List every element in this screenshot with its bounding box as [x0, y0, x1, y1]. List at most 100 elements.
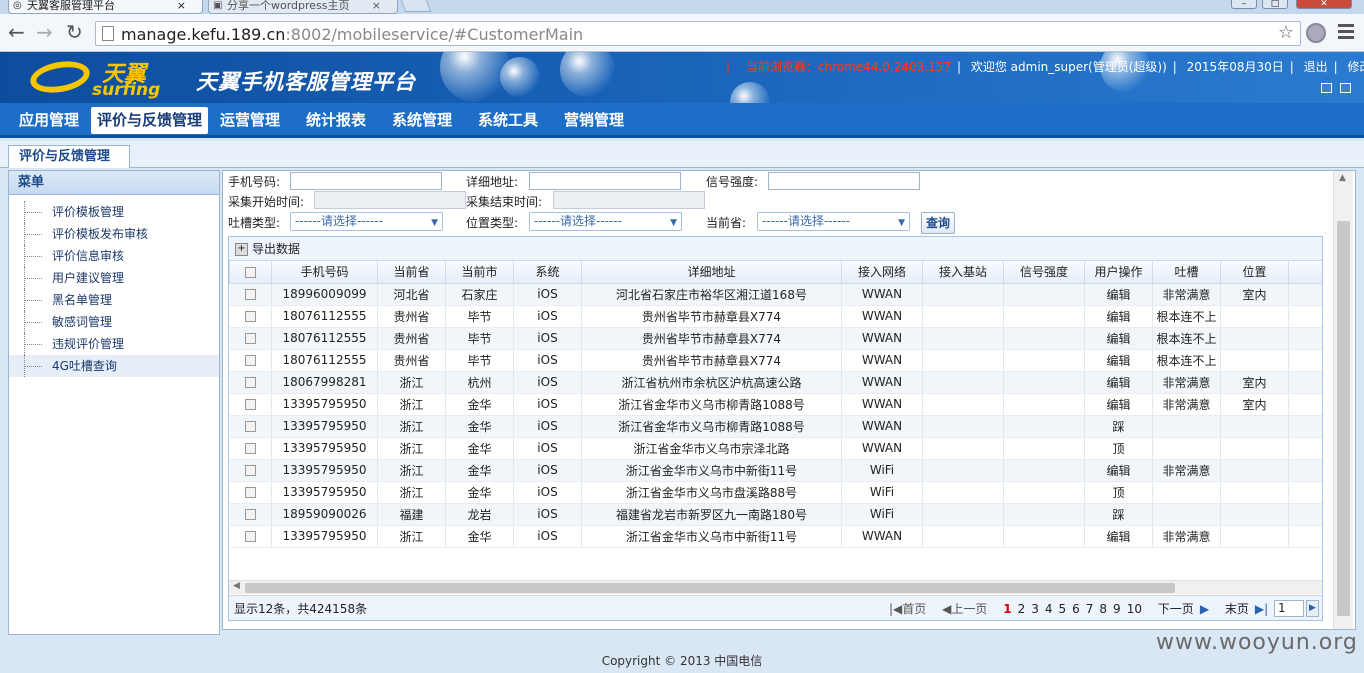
back-arrow-icon[interactable]: ← — [8, 20, 25, 44]
column-header[interactable]: 吐槽 — [1152, 261, 1221, 284]
nav-operations[interactable]: 运营管理 — [214, 107, 286, 134]
page-number-link[interactable]: 3 — [1031, 602, 1039, 616]
column-header[interactable]: 系统 — [513, 261, 582, 284]
horizontal-scrollbar[interactable]: ◀ — [229, 580, 1322, 594]
column-header[interactable]: 手机号码 — [271, 261, 378, 284]
column-header[interactable]: 接入基站 — [922, 261, 1004, 284]
row-checkbox-cell[interactable] — [229, 283, 272, 306]
row-checkbox[interactable] — [244, 509, 256, 520]
row-checkbox-cell[interactable] — [229, 437, 272, 460]
table-row[interactable]: 13395795950 浙江 金华 iOS 浙江省金华市义乌市柳青路1088号 WWAN 编… — [229, 393, 1322, 416]
table-cell[interactable]: 编辑 — [1084, 393, 1153, 416]
prev-page-link[interactable]: ◀上一页 — [942, 602, 993, 616]
table-row[interactable]: 18076112555 贵州省 毕节 iOS 贵州省毕节市赫章县X774 WWAN 编辑 根本… — [229, 327, 1322, 350]
go-page-button[interactable]: ▶ — [1306, 600, 1319, 617]
complaint-type-select[interactable]: ------请选择------ ▼ — [290, 212, 443, 231]
table-row[interactable]: 18076112555 贵州省 毕节 iOS 贵州省毕节市赫章县X774 WWAN 编辑 根本… — [229, 349, 1322, 372]
row-checkbox[interactable] — [244, 443, 256, 454]
page-number-link[interactable]: 5 — [1058, 602, 1066, 616]
scrollbar-thumb[interactable] — [1337, 221, 1350, 616]
province-select[interactable]: ------请选择------ ▼ — [757, 212, 910, 231]
sidebar-item-template-review[interactable]: 评价模板发布审核 — [9, 223, 219, 245]
location-type-select[interactable]: ------请选择------ ▼ — [529, 212, 682, 231]
sidebar-item-violations[interactable]: 违规评价管理 — [9, 333, 219, 355]
table-row[interactable]: 18996009099 河北省 石家庄 iOS 河北省石家庄市裕华区湘江道168号 WWA… — [229, 283, 1322, 306]
page-number-link[interactable]: 10 — [1127, 602, 1142, 616]
new-tab-button[interactable] — [400, 0, 432, 12]
row-checkbox-cell[interactable] — [229, 371, 272, 394]
row-checkbox[interactable] — [244, 289, 256, 300]
address-bar[interactable]: manage.kefu.189.cn:8002/mobileservice/#C… — [95, 21, 1301, 46]
row-checkbox[interactable] — [244, 355, 256, 366]
query-button[interactable]: 查询 — [921, 212, 955, 234]
table-cell[interactable]: 踩 — [1084, 415, 1153, 438]
table-row[interactable]: 18959090026 福建 龙岩 iOS 福建省龙岩市新罗区九一南路180号 WiFi 踩… — [229, 503, 1322, 526]
browser-tab[interactable]: ▣ 分享一个wordpress主页 × — [208, 0, 398, 14]
row-checkbox[interactable] — [244, 465, 256, 476]
change-password-link[interactable]: 修改密码 — [1348, 60, 1364, 74]
scroll-up-arrow-icon[interactable]: ▲ — [1339, 173, 1346, 183]
layout-toggle-icon[interactable] — [1321, 83, 1332, 93]
page-number-link[interactable]: 7 — [1086, 602, 1094, 616]
row-checkbox-cell[interactable] — [229, 481, 272, 504]
page-number-link[interactable]: 9 — [1113, 602, 1121, 616]
nav-reports[interactable]: 统计报表 — [300, 107, 372, 134]
row-checkbox[interactable] — [244, 531, 256, 542]
column-header[interactable]: 用户操作 — [1084, 261, 1153, 284]
row-checkbox-cell[interactable] — [229, 349, 272, 372]
page-number-input[interactable]: 1 — [1274, 600, 1304, 617]
end-time-input[interactable] — [553, 191, 705, 209]
next-page-link[interactable]: 下一页 ▶ — [1158, 602, 1215, 616]
page-number-link[interactable]: 8 — [1099, 602, 1107, 616]
table-cell[interactable]: 顶 — [1084, 481, 1153, 504]
fullscreen-icon[interactable] — [1340, 83, 1351, 93]
nav-marketing[interactable]: 营销管理 — [558, 107, 630, 134]
table-row[interactable]: 13395795950浙江金华iOS浙江省金华市义乌市盘溪路88号WiFi 顶 25… — [229, 481, 1322, 504]
browser-tab-active[interactable]: ◎ 天翼客服管理平台 × — [8, 0, 203, 14]
nav-feedback-management[interactable]: 评价与反馈管理 — [91, 107, 209, 134]
table-cell[interactable]: 编辑 — [1084, 327, 1153, 350]
address-input[interactable] — [529, 172, 681, 190]
page-number-link[interactable]: 6 — [1072, 602, 1080, 616]
row-checkbox-cell[interactable] — [229, 393, 272, 416]
column-header[interactable]: 接入网络 — [841, 261, 923, 284]
column-header[interactable]: 当前市 — [445, 261, 514, 284]
tab-close-icon[interactable]: × — [372, 0, 381, 12]
page-number-link[interactable]: 1 — [1003, 602, 1011, 616]
table-row[interactable]: 13395795950 浙江 金华 iOS 浙江省金华市义乌市柳青路1088号 WWAN 踩… — [229, 415, 1322, 438]
sidebar-item-4g-complaints[interactable]: 4G吐槽查询 — [9, 355, 219, 377]
row-checkbox-cell[interactable] — [229, 327, 272, 350]
row-checkbox-cell[interactable] — [229, 459, 272, 482]
table-cell[interactable]: 编辑 — [1084, 349, 1153, 372]
browser-menu-icon[interactable] — [1338, 24, 1354, 42]
signal-input[interactable] — [768, 172, 920, 190]
column-header[interactable]: 当前省 — [377, 261, 446, 284]
window-minimize-button[interactable]: – — [1231, 0, 1257, 9]
window-close-button[interactable]: ✕ — [1296, 0, 1352, 9]
tab-close-icon[interactable]: × — [177, 0, 186, 12]
row-checkbox[interactable] — [244, 421, 256, 432]
table-row[interactable]: 13395795950 浙江 金华 iOS 浙江省金华市义乌市中新街11号 WiFi 编辑非… — [229, 459, 1322, 482]
scrollbar-thumb[interactable] — [245, 583, 1175, 593]
sidebar-item-blacklist[interactable]: 黑名单管理 — [9, 289, 219, 311]
column-header[interactable]: 信号强度 — [1003, 261, 1085, 284]
select-all-header[interactable] — [229, 261, 272, 284]
column-header[interactable]: 位置 — [1220, 261, 1289, 284]
forward-arrow-icon[interactable]: → — [36, 20, 53, 44]
table-cell[interactable]: 编辑 — [1084, 525, 1153, 548]
column-header[interactable] — [1288, 261, 1322, 284]
nav-system-management[interactable]: 系统管理 — [386, 107, 458, 134]
sidebar-item-template-management[interactable]: 评价模板管理 — [9, 201, 219, 223]
row-checkbox-cell[interactable] — [229, 503, 272, 526]
row-checkbox-cell[interactable] — [229, 305, 272, 328]
logout-link[interactable]: 退出 — [1304, 60, 1328, 74]
row-checkbox[interactable] — [244, 311, 256, 322]
table-row[interactable]: 13395795950 浙江 金华 iOS 浙江省金华市义乌市中新街11号 WWAN 编辑非… — [229, 525, 1322, 548]
row-checkbox[interactable] — [244, 487, 256, 498]
sidebar-item-suggestions[interactable]: 用户建议管理 — [9, 267, 219, 289]
table-row[interactable]: 18076112555 贵州省 毕节 iOS 贵州省毕节市赫章县X774 WWAN 编辑 根本… — [229, 305, 1322, 328]
scroll-left-arrow-icon[interactable]: ◀ — [233, 581, 240, 591]
last-page-link[interactable]: 末页 ▶| — [1225, 602, 1274, 616]
column-header[interactable]: 详细地址 — [581, 261, 842, 284]
sidebar-item-evaluation-review[interactable]: 评价信息审核 — [9, 245, 219, 267]
